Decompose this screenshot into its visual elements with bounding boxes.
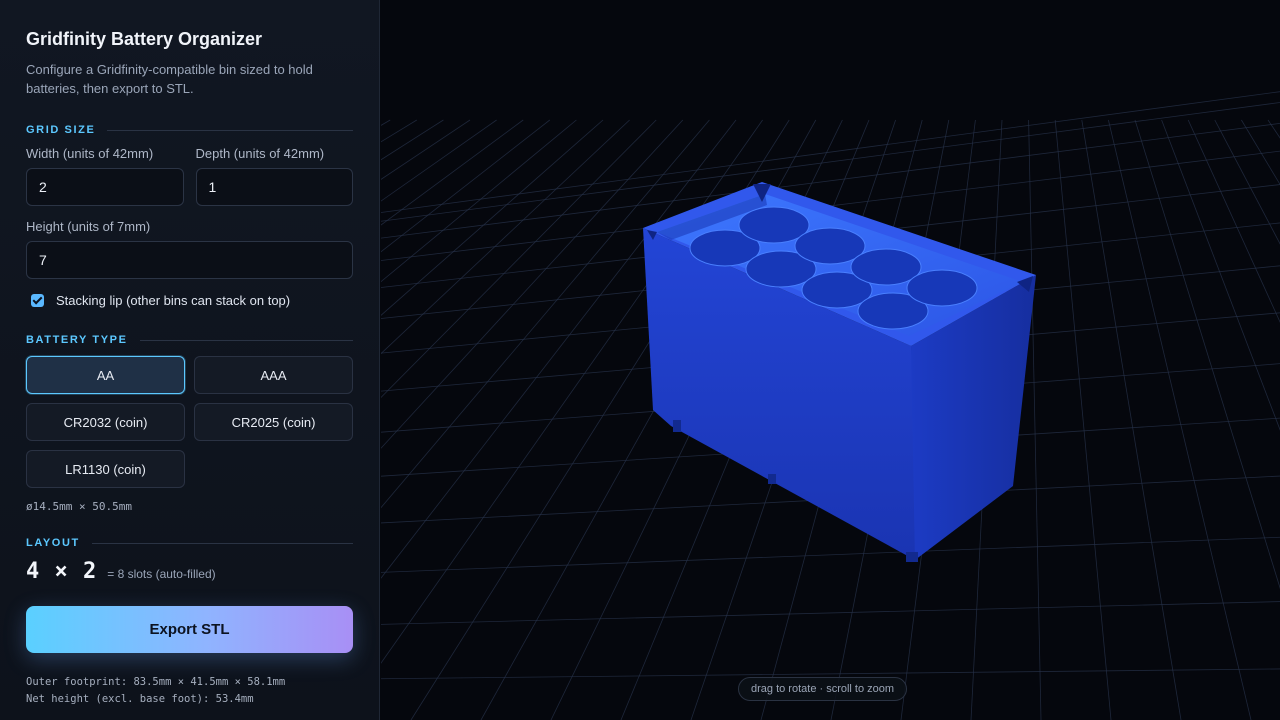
grid-line	[1081, 119, 1182, 720]
grid-line	[381, 536, 1280, 573]
grid-line	[381, 119, 471, 180]
section-divider	[107, 129, 353, 131]
battery-option-lr1130[interactable]: LR1130 (coin)	[26, 450, 185, 488]
layout-note: = 8 slots (auto-filled)	[107, 567, 216, 581]
grid-size-section-header: GRID SIZE	[26, 124, 353, 136]
outer-footprint: Outer footprint: 83.5mm × 41.5mm × 58.1m…	[26, 676, 286, 688]
height-label: Height (units of 7mm)	[26, 219, 151, 234]
grid-line	[381, 102, 1280, 222]
depth-field: Depth (units of 42mm)	[195, 146, 353, 206]
grid-size-section-label: GRID SIZE	[26, 124, 96, 136]
scene-canvas[interactable]	[381, 0, 1280, 720]
grid-line	[381, 119, 391, 126]
height-field: Height (units of 7mm)	[26, 219, 353, 279]
width-field: Width (units of 42mm)	[26, 146, 184, 206]
layout-section-label: LAYOUT	[26, 537, 80, 549]
export-stl-button[interactable]: Export STL	[26, 606, 353, 653]
battery-option-aaa[interactable]: AAA	[194, 356, 353, 394]
depth-label: Depth (units of 42mm)	[195, 146, 325, 161]
stacking-lip-label[interactable]: Stacking lip (other bins can stack on to…	[56, 293, 290, 308]
stacking-lip-row[interactable]: Stacking lip (other bins can stack on to…	[26, 293, 353, 308]
grid-line	[1187, 119, 1280, 323]
depth-input[interactable]	[195, 168, 353, 206]
battery-dimensions: ø14.5mm × 50.5mm	[26, 500, 132, 513]
width-input[interactable]	[26, 168, 184, 206]
app-title: Gridfinity Battery Organizer	[26, 29, 263, 49]
layout-section-header: LAYOUT	[26, 537, 353, 549]
grid-line	[1054, 119, 1112, 720]
grid-line	[381, 119, 684, 449]
width-depth-row: Width (units of 42mm) Depth (units of 42…	[26, 146, 353, 206]
grid-line	[381, 119, 577, 283]
3d-viewport[interactable]: drag to rotate · scroll to zoom	[381, 0, 1280, 720]
grid-line	[1028, 119, 1042, 720]
config-sidebar: Gridfinity Battery Organizer Configure a…	[0, 0, 380, 720]
battery-option-cr2032[interactable]: CR2032 (coin)	[26, 403, 185, 441]
grid-line	[1134, 119, 1280, 590]
section-divider	[139, 339, 353, 341]
grid-line	[381, 601, 1280, 625]
section-divider	[91, 542, 353, 544]
grid-line	[381, 119, 630, 355]
battery-slot	[906, 269, 978, 307]
battery-type-section-header: BATTERY TYPE	[26, 334, 353, 346]
grid-line	[1267, 119, 1280, 139]
viewport-hint: drag to rotate · scroll to zoom	[738, 677, 908, 701]
height-input[interactable]	[26, 241, 353, 279]
grid-line	[1108, 119, 1252, 720]
grid-line	[381, 119, 657, 398]
bin-base-foot	[768, 474, 776, 484]
battery-option-cr2025[interactable]: CR2025 (coin)	[194, 403, 353, 441]
stacking-lip-checkbox[interactable]	[31, 294, 44, 307]
bin-base-foot	[906, 552, 918, 562]
net-height: Net height (excl. base foot): 53.4mm	[26, 693, 254, 705]
bin-model	[643, 182, 1036, 562]
battery-type-section-label: BATTERY TYPE	[26, 334, 128, 346]
export-info: Outer footprint: 83.5mm × 41.5mm × 58.1m…	[26, 674, 353, 708]
layout-summary: 4 × 2 = 8 slots (auto-filled)	[26, 559, 353, 584]
bin-base-foot	[673, 420, 681, 432]
width-label: Width (units of 42mm)	[26, 146, 154, 161]
layout-grid: 4 × 2	[26, 559, 98, 584]
app-description: Configure a Gridfinity-compatible bin si…	[26, 62, 313, 96]
battery-type-options: AA AAA CR2032 (coin) CR2025 (coin) LR113…	[26, 356, 353, 488]
grid-line	[381, 119, 604, 316]
battery-option-aa[interactable]: AA	[26, 356, 185, 394]
